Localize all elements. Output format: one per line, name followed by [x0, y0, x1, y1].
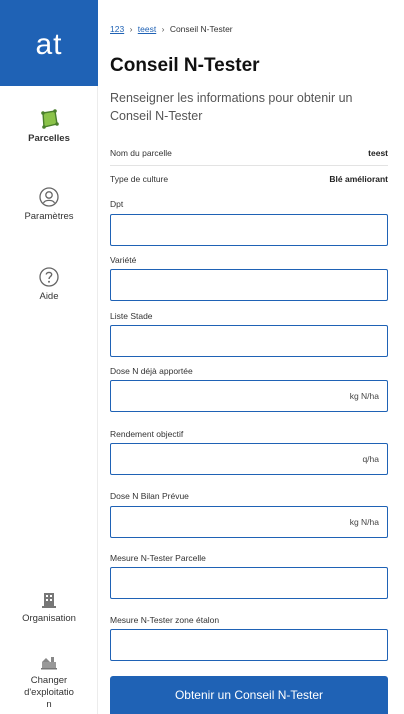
farm-switch-icon: [41, 657, 57, 670]
rendement-label: Rendement objectif: [110, 429, 184, 439]
breadcrumb-link-123[interactable]: 123: [110, 24, 124, 34]
culture-label: Type de culture: [110, 174, 169, 184]
info-row-parcel: Nom du parcelle teest: [110, 148, 388, 158]
rendement-unit: q/ha: [362, 454, 379, 464]
breadcrumb-separator: ›: [161, 24, 165, 34]
building-icon: [42, 593, 56, 608]
sidebar-item-parcelles[interactable]: Parcelles: [0, 108, 98, 145]
dose-bilan-label: Dose N Bilan Prévue: [110, 491, 189, 501]
sidebar-item-label: Parcelles: [28, 133, 70, 144]
mesure-etalon-input[interactable]: [110, 629, 388, 661]
help-icon: [39, 267, 59, 287]
mesure-etalon-label: Mesure N-Tester zone étalon: [110, 615, 220, 625]
user-settings-icon: [39, 187, 59, 207]
sidebar: at Parcelles Paramètres Aide Organisatio…: [0, 0, 98, 714]
sidebar-item-organisation[interactable]: Organisation: [0, 588, 98, 625]
sidebar-item-label-line2: d'exploitatio: [24, 687, 74, 698]
info-row-culture: Type de culture Blé améliorant: [110, 174, 388, 184]
sidebar-item-aide[interactable]: Aide: [0, 266, 98, 303]
dose-apportee-unit: kg N/ha: [349, 391, 379, 401]
stade-label: Liste Stade: [110, 311, 153, 321]
dpt-input[interactable]: [110, 214, 388, 246]
mesure-parcelle-input[interactable]: [110, 567, 388, 599]
variete-select[interactable]: [110, 269, 388, 301]
culture-value: Blé améliorant: [329, 174, 388, 184]
sidebar-item-label: Organisation: [22, 613, 76, 624]
sidebar-item-label-line3: n: [46, 699, 52, 710]
mesure-parcelle-label: Mesure N-Tester Parcelle: [110, 553, 206, 563]
app-logo[interactable]: at: [0, 0, 98, 86]
breadcrumb-link-teest[interactable]: teest: [138, 24, 156, 34]
sidebar-item-label: Paramètres: [24, 211, 74, 222]
breadcrumb: 123 › teest › Conseil N-Tester: [110, 24, 233, 34]
sidebar-item-label: Aide: [39, 291, 59, 302]
dpt-label: Dpt: [110, 199, 124, 209]
main-content: 123 › teest › Conseil N-Tester Conseil N…: [98, 0, 404, 714]
stade-select[interactable]: [110, 325, 388, 357]
sidebar-item-label-line1: Changer: [30, 675, 68, 686]
variete-label: Variété: [110, 255, 137, 265]
sidebar-item-changer-exploitation[interactable]: Changer d'exploitatio n: [0, 650, 98, 711]
sidebar-item-parametres[interactable]: Paramètres: [0, 186, 98, 223]
rendement-input[interactable]: q/ha: [110, 443, 388, 475]
dose-bilan-unit: kg N/ha: [349, 517, 379, 527]
page-title: Conseil N-Tester: [110, 55, 260, 76]
field-plot-icon: [41, 109, 59, 129]
breadcrumb-current: Conseil N-Tester: [169, 24, 233, 34]
breadcrumb-separator: ›: [129, 24, 133, 34]
parcel-value: teest: [368, 148, 388, 158]
page-subtitle: Renseigner les informations pour obtenir…: [110, 91, 353, 123]
dose-apportee-input[interactable]: kg N/ha: [110, 380, 388, 412]
parcel-label: Nom du parcelle: [110, 148, 172, 158]
submit-button[interactable]: Obtenir un Conseil N-Tester: [110, 676, 388, 714]
dose-bilan-input[interactable]: kg N/ha: [110, 506, 388, 538]
divider: [110, 165, 388, 166]
dose-apportee-label: Dose N déjà apportée: [110, 366, 193, 376]
